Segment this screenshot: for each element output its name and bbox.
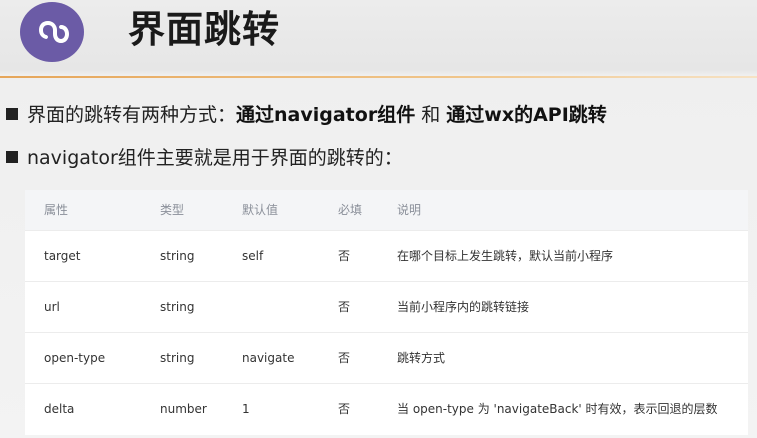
cell-type: string: [160, 249, 195, 263]
cell-required: 否: [338, 300, 351, 314]
bullet-line-2: navigator组件主要就是用于界面的跳转的：: [6, 144, 403, 172]
bullet-1-mid: 和: [415, 104, 447, 126]
bullet-2-text: navigator组件主要就是用于界面的跳转的：: [27, 147, 403, 169]
miniprogram-logo-glyph: [39, 21, 69, 43]
header-type: 类型: [160, 203, 185, 217]
page-title: 界面跳转: [128, 8, 280, 51]
bullet-1-emph-navigator: 通过navigator组件: [236, 104, 416, 126]
cell-name: open-type: [44, 351, 106, 365]
cell-desc: 当前小程序内的跳转链接: [397, 300, 530, 314]
table-row: url string 否 当前小程序内的跳转链接: [25, 281, 748, 333]
table-row: delta number 1 否 当 open-type 为 'navigate…: [25, 383, 748, 435]
cell-desc: 当 open-type 为 'navigateBack' 时有效，表示回退的层数: [397, 402, 718, 416]
cell-default: 1: [242, 402, 250, 416]
cell-type: string: [160, 300, 195, 314]
header-name: 属性: [44, 203, 69, 217]
bullet-line-1: 界面的跳转有两种方式：通过navigator组件 和 通过wx的API跳转: [6, 101, 607, 129]
bullet-1-prefix: 界面的跳转有两种方式：: [27, 104, 237, 126]
navigator-attributes-table: 属性 类型 默认值 必填 说明 target string self 否 在哪个…: [25, 190, 748, 435]
cell-required: 否: [338, 351, 351, 365]
bullet-1-emph-api: 通过wx的API跳转: [446, 104, 607, 126]
cell-name: delta: [44, 402, 75, 416]
cell-default: self: [242, 249, 264, 263]
table-row: open-type string navigate 否 跳转方式: [25, 332, 748, 384]
header-default: 默认值: [242, 203, 279, 217]
cell-type: string: [160, 351, 195, 365]
cell-name: target: [44, 249, 81, 263]
cell-default: navigate: [242, 351, 295, 365]
cell-desc: 在哪个目标上发生跳转，默认当前小程序: [397, 249, 614, 263]
bullet-square-icon: [6, 151, 18, 163]
table-header: 属性 类型 默认值 必填 说明: [25, 190, 748, 230]
cell-name: url: [44, 300, 60, 314]
miniprogram-logo-icon: [20, 2, 84, 62]
cell-required: 否: [338, 402, 351, 416]
bullet-square-icon: [6, 108, 18, 120]
table-row: target string self 否 在哪个目标上发生跳转，默认当前小程序: [25, 230, 748, 282]
cell-required: 否: [338, 249, 351, 263]
cell-type: number: [160, 402, 207, 416]
cell-desc: 跳转方式: [397, 351, 446, 365]
header-required: 必填: [338, 203, 363, 217]
header-desc: 说明: [397, 203, 422, 217]
title-divider: [0, 76, 757, 78]
